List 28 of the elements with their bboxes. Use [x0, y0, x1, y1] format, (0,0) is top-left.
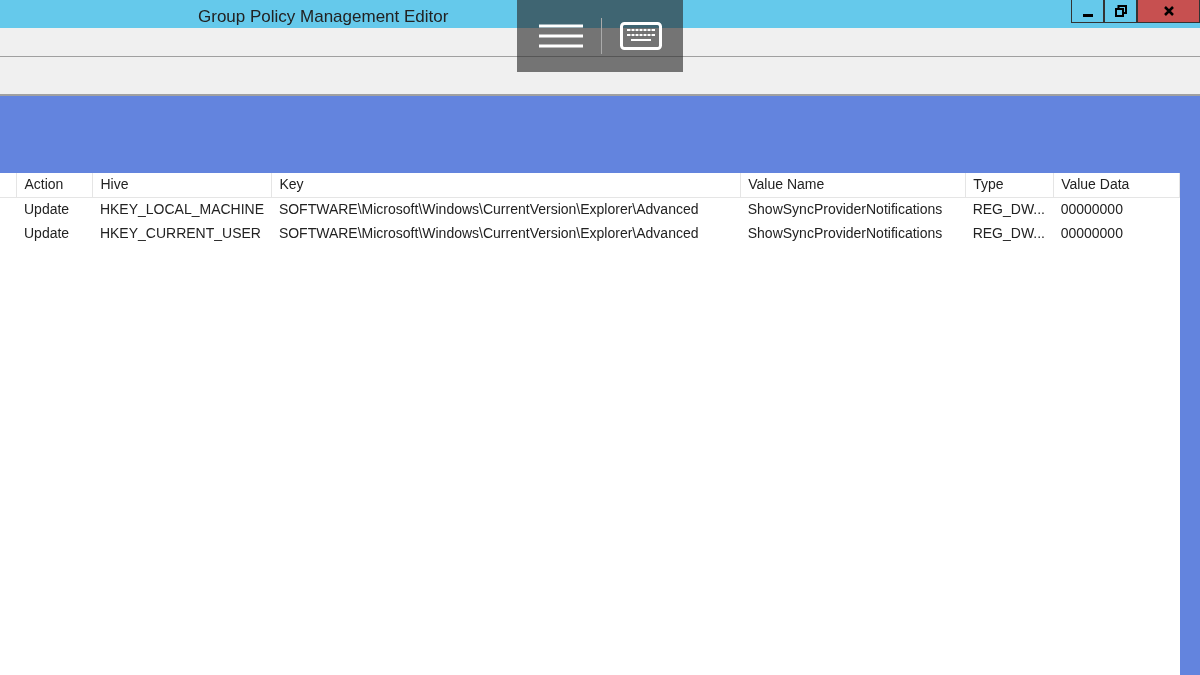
close-button[interactable]: [1137, 0, 1200, 23]
column-header[interactable]: Action: [17, 173, 93, 197]
table-cell: ShowSyncProviderNotifications: [740, 197, 966, 221]
minimize-icon: [1082, 13, 1093, 17]
table-cell-text: REG_DW...: [971, 223, 1046, 243]
window-title: Group Policy Management Editor: [198, 6, 449, 28]
menu-icon[interactable]: [538, 23, 583, 49]
table-cell: 00000000: [1053, 197, 1180, 221]
column-header[interactable]: Value Data: [1053, 173, 1180, 197]
scrollbar[interactable]: [1180, 173, 1200, 675]
keyboard-icon[interactable]: [619, 22, 662, 50]
table-cell: HKEY_LOCAL_MACHINE: [92, 197, 272, 221]
column-header[interactable]: Hive: [92, 173, 272, 197]
minimize-button[interactable]: [1071, 0, 1104, 23]
close-icon: [1162, 5, 1175, 17]
table-cell: Update: [17, 197, 93, 221]
table-cell-text: Update: [23, 223, 71, 243]
table-cell-text: ShowSyncProviderNotifications: [746, 223, 944, 243]
restore-button[interactable]: [1104, 0, 1137, 23]
column-header[interactable]: Key: [271, 173, 741, 197]
table-cell: REG_DW...: [965, 197, 1054, 221]
table-cell: SOFTWARE\Microsoft\Windows\CurrentVersion\Explorer\Advanced: [271, 197, 741, 221]
column-header[interactable]: Value Name: [740, 173, 966, 197]
restore-icon: [1114, 5, 1127, 17]
column-header[interactable]: Type: [965, 173, 1054, 197]
table-cell-text: 00000000: [1059, 223, 1124, 243]
table-cell-text: HKEY_CURRENT_USER: [98, 223, 262, 243]
table-cell-text: SOFTWARE\Microsoft\Windows\CurrentVersion\Explorer\Advanced: [277, 223, 700, 243]
